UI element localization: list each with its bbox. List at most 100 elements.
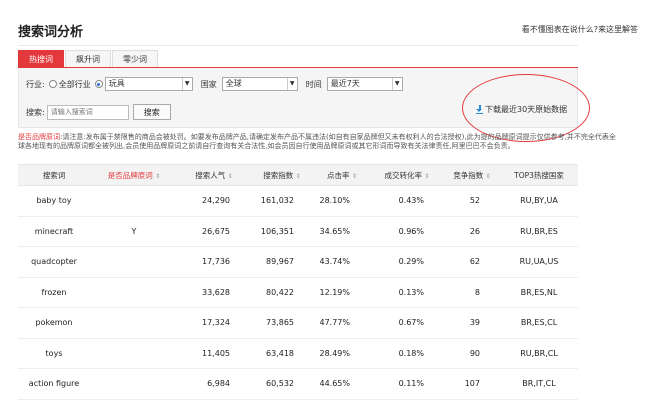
search-button[interactable]: 搜索 <box>132 104 171 120</box>
sort-icon: ⇕ <box>227 172 233 180</box>
cell-countries: RU,BY,UA <box>500 185 578 217</box>
cell-index: 161,032 <box>250 185 314 217</box>
cell-countries: BR,ES,NL <box>500 277 578 308</box>
cell-index: 57,838 <box>250 399 314 411</box>
cell-brand: Y <box>90 216 178 247</box>
cell-conversion: 0.96% <box>370 216 444 247</box>
cell-keyword[interactable]: baby toy <box>18 185 90 217</box>
table-row: frozen 33,628 80,422 12.19% 0.13% 8 BR,ES,NL <box>18 277 578 308</box>
table-header-row: 搜索词 是否品牌原词 ⇕ 搜索人气 ⇕ 搜索指数 ⇕ 点击率 ⇕ 成交转化率 ⇕… <box>18 164 578 186</box>
cell-conversion: 0.11% <box>370 368 444 400</box>
cell-index: 73,865 <box>250 307 314 339</box>
col-keyword: 搜索词 <box>18 164 90 186</box>
industry-radio[interactable] <box>94 80 103 88</box>
tab-rising-words[interactable]: 飙升词 <box>65 50 111 68</box>
cell-countries: BR,IT,CL <box>500 368 578 400</box>
cell-countries: RU,BR,ES <box>500 216 578 247</box>
table-row: minecraft Y 26,675 106,351 34.65% 0.96% 26 RU,B… <box>18 216 578 247</box>
tab-bar: 热搜词 飙升词 零少词 <box>18 50 159 68</box>
country-select[interactable]: 全球 ▼ <box>221 77 298 91</box>
cell-competition: 52 <box>444 185 500 217</box>
cell-popularity: 26,675 <box>178 216 250 247</box>
cell-keyword[interactable]: frozen <box>18 277 90 308</box>
cell-conversion: 0.67% <box>370 307 444 339</box>
cell-brand <box>90 277 178 308</box>
cell-keyword[interactable]: quadcopter <box>18 246 90 278</box>
cell-index: 89,967 <box>250 246 314 278</box>
sort-icon: ⇕ <box>351 172 357 180</box>
cell-popularity: 17,736 <box>178 246 250 278</box>
time-select-value: 最近7天 <box>330 79 360 88</box>
cell-competition: 107 <box>444 368 500 400</box>
cell-popularity: 33,628 <box>178 277 250 308</box>
cell-ctr: 28.10% <box>314 185 370 217</box>
search-input[interactable] <box>46 104 129 120</box>
cell-conversion: 0.18% <box>370 338 444 369</box>
industry-select-value: 玩具 <box>108 79 125 88</box>
sort-icon: ⇕ <box>155 172 161 180</box>
col-ctr[interactable]: 点击率 ⇕ <box>314 164 370 186</box>
col-conversion-label: 成交转化率 <box>384 170 423 180</box>
cell-popularity: 16,298 <box>178 399 250 411</box>
all-industry-label: 全部行业 <box>58 79 91 89</box>
col-competition[interactable]: 竞争指数 ⇕ <box>444 164 500 186</box>
cell-keyword[interactable]: pokemon <box>18 307 90 339</box>
cell-index: 80,422 <box>250 277 314 308</box>
col-popularity-label: 搜索人气 <box>195 170 226 180</box>
cell-competition: 23 <box>444 399 500 411</box>
chevron-down-icon: ▼ <box>391 78 402 90</box>
time-select[interactable]: 最近7天 ▼ <box>326 77 403 91</box>
sort-icon: ⇕ <box>485 172 491 180</box>
cell-keyword[interactable]: peppa pig <box>18 399 90 411</box>
table-row: action figure 6,984 60,532 44.65% 0.11% 107 BR… <box>18 368 578 400</box>
col-popularity[interactable]: 搜索人气 ⇕ <box>178 164 250 186</box>
cell-popularity: 24,290 <box>178 185 250 217</box>
page-title: 搜索词分析 <box>18 25 84 40</box>
cell-keyword[interactable]: minecraft <box>18 216 90 247</box>
cell-ctr: 43.74% <box>314 246 370 278</box>
col-brand[interactable]: 是否品牌原词 ⇕ <box>90 164 178 186</box>
cell-ctr: 28.49% <box>314 338 370 369</box>
table-row: toys 11,405 63,418 28.49% 0.18% 90 RU,BR,CL <box>18 338 578 369</box>
cell-conversion: 0.29% <box>370 246 444 278</box>
cell-brand <box>90 368 178 400</box>
col-conversion[interactable]: 成交转化率 ⇕ <box>370 164 444 186</box>
tab-zero-words[interactable]: 零少词 <box>112 50 158 68</box>
keyword-table: 搜索词 是否品牌原词 ⇕ 搜索人气 ⇕ 搜索指数 ⇕ 点击率 ⇕ 成交转化率 ⇕… <box>18 164 578 411</box>
cell-competition: 26 <box>444 216 500 247</box>
all-industry-radio[interactable] <box>48 80 57 88</box>
cell-ctr: 34.65% <box>314 216 370 247</box>
cell-keyword[interactable]: toys <box>18 338 90 369</box>
cell-countries: BR,ES,CL <box>500 307 578 339</box>
col-index-label: 搜索指数 <box>263 170 294 180</box>
col-index[interactable]: 搜索指数 ⇕ <box>250 164 314 186</box>
table-row: baby toy 24,290 161,032 28.10% 0.43% 52 RU,BY,… <box>18 185 578 217</box>
cell-competition: 39 <box>444 307 500 339</box>
table-row: pokemon 17,324 73,865 47.77% 0.67% 39 BR,ES,CL <box>18 307 578 339</box>
notice-text: :请注意:发布属于禁限售的商品会被处罚。如要发布品牌产品,请确定发布产品不属违法… <box>18 133 616 150</box>
annotation-circle <box>462 74 590 142</box>
industry-label: 行业: <box>26 79 45 89</box>
cell-conversion: 0.43% <box>370 185 444 217</box>
cell-brand <box>90 185 178 217</box>
cell-competition: 8 <box>444 277 500 308</box>
sort-icon: ⇕ <box>424 172 430 180</box>
country-select-value: 全球 <box>225 79 242 88</box>
col-ctr-label: 点击率 <box>327 170 350 180</box>
brand-notice: 是否品牌原词:请注意:发布属于禁限售的商品会被处罚。如要发布品牌产品,请确定发布… <box>18 133 618 151</box>
cell-brand <box>90 399 178 411</box>
cell-conversion: 0.13% <box>370 277 444 308</box>
col-brand-label: 是否品牌原词 <box>107 170 153 180</box>
col-top3-countries: TOP3热搜国家 <box>500 164 578 186</box>
table-row: peppa pig 16,29857,83818.71%0.29%23RU,BR,… <box>18 399 578 411</box>
tab-hot-words[interactable]: 热搜词 <box>18 50 64 68</box>
cell-brand <box>90 307 178 339</box>
cell-popularity: 11,405 <box>178 338 250 369</box>
cell-competition: 90 <box>444 338 500 369</box>
help-link[interactable]: 看不懂图表在说什么?来这里解答 <box>522 24 638 35</box>
country-label: 国家 <box>200 79 217 89</box>
cell-ctr: 47.77% <box>314 307 370 339</box>
col-competition-label: 竞争指数 <box>453 170 484 180</box>
cell-keyword[interactable]: action figure <box>18 368 90 400</box>
industry-select[interactable]: 玩具 ▼ <box>104 77 193 91</box>
